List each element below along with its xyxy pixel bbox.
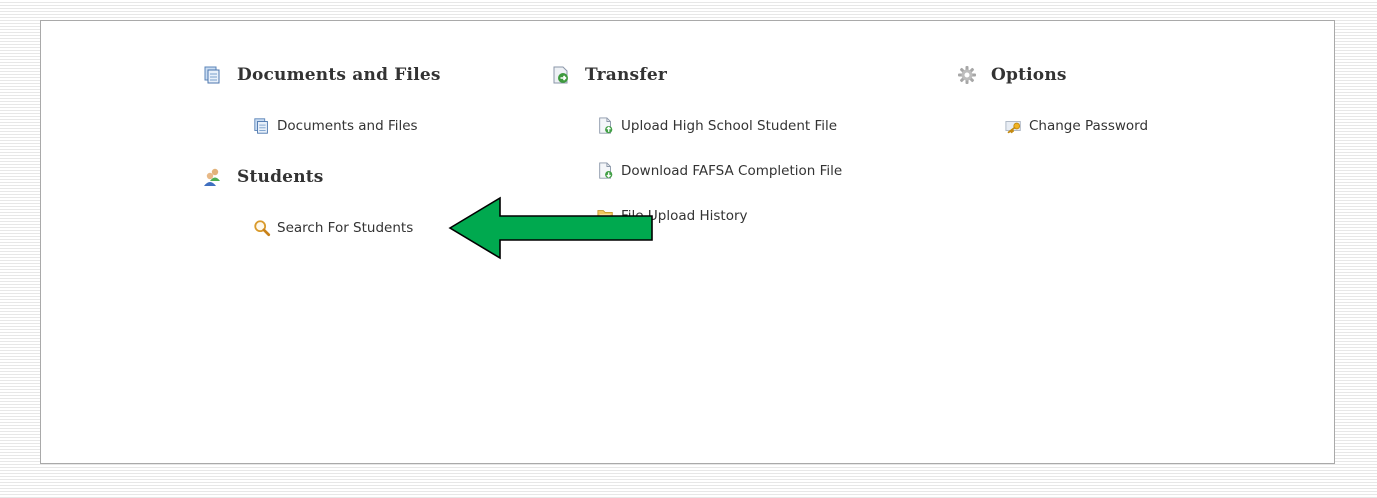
section-documents-title: Documents and Files <box>237 65 441 85</box>
section-transfer-header: Transfer <box>551 65 667 85</box>
section-students-header: Students <box>203 167 324 187</box>
section-options-title: Options <box>991 65 1067 85</box>
link-download-fafsa-completion-file-label: Download FAFSA Completion File <box>621 163 843 179</box>
link-change-password[interactable]: Change Password <box>1005 117 1148 135</box>
magnifier-icon <box>253 219 271 237</box>
file-download-icon <box>597 162 615 180</box>
main-panel: Documents and Files Documents and Files … <box>40 20 1335 464</box>
link-documents-and-files-label: Documents and Files <box>277 118 418 134</box>
link-upload-high-school-student-file[interactable]: Upload High School Student File <box>597 117 837 135</box>
link-documents-and-files[interactable]: Documents and Files <box>253 117 418 135</box>
link-search-for-students-label: Search For Students <box>277 220 414 236</box>
transfer-icon <box>551 65 571 85</box>
users-icon <box>203 167 223 187</box>
green-arrow-pointer <box>448 196 653 260</box>
link-upload-high-school-student-file-label: Upload High School Student File <box>621 118 838 134</box>
documents-icon <box>253 117 271 135</box>
link-change-password-label: Change Password <box>1029 118 1149 134</box>
section-documents-header: Documents and Files <box>203 65 441 85</box>
link-search-for-students[interactable]: Search For Students <box>253 219 413 237</box>
gear-icon <box>957 65 977 85</box>
section-options-header: Options <box>957 65 1067 85</box>
key-icon <box>1005 117 1023 135</box>
section-students-title: Students <box>237 167 324 187</box>
documents-icon <box>203 65 223 85</box>
file-upload-icon <box>597 117 615 135</box>
link-download-fafsa-completion-file[interactable]: Download FAFSA Completion File <box>597 162 842 180</box>
section-transfer-title: Transfer <box>585 65 668 85</box>
